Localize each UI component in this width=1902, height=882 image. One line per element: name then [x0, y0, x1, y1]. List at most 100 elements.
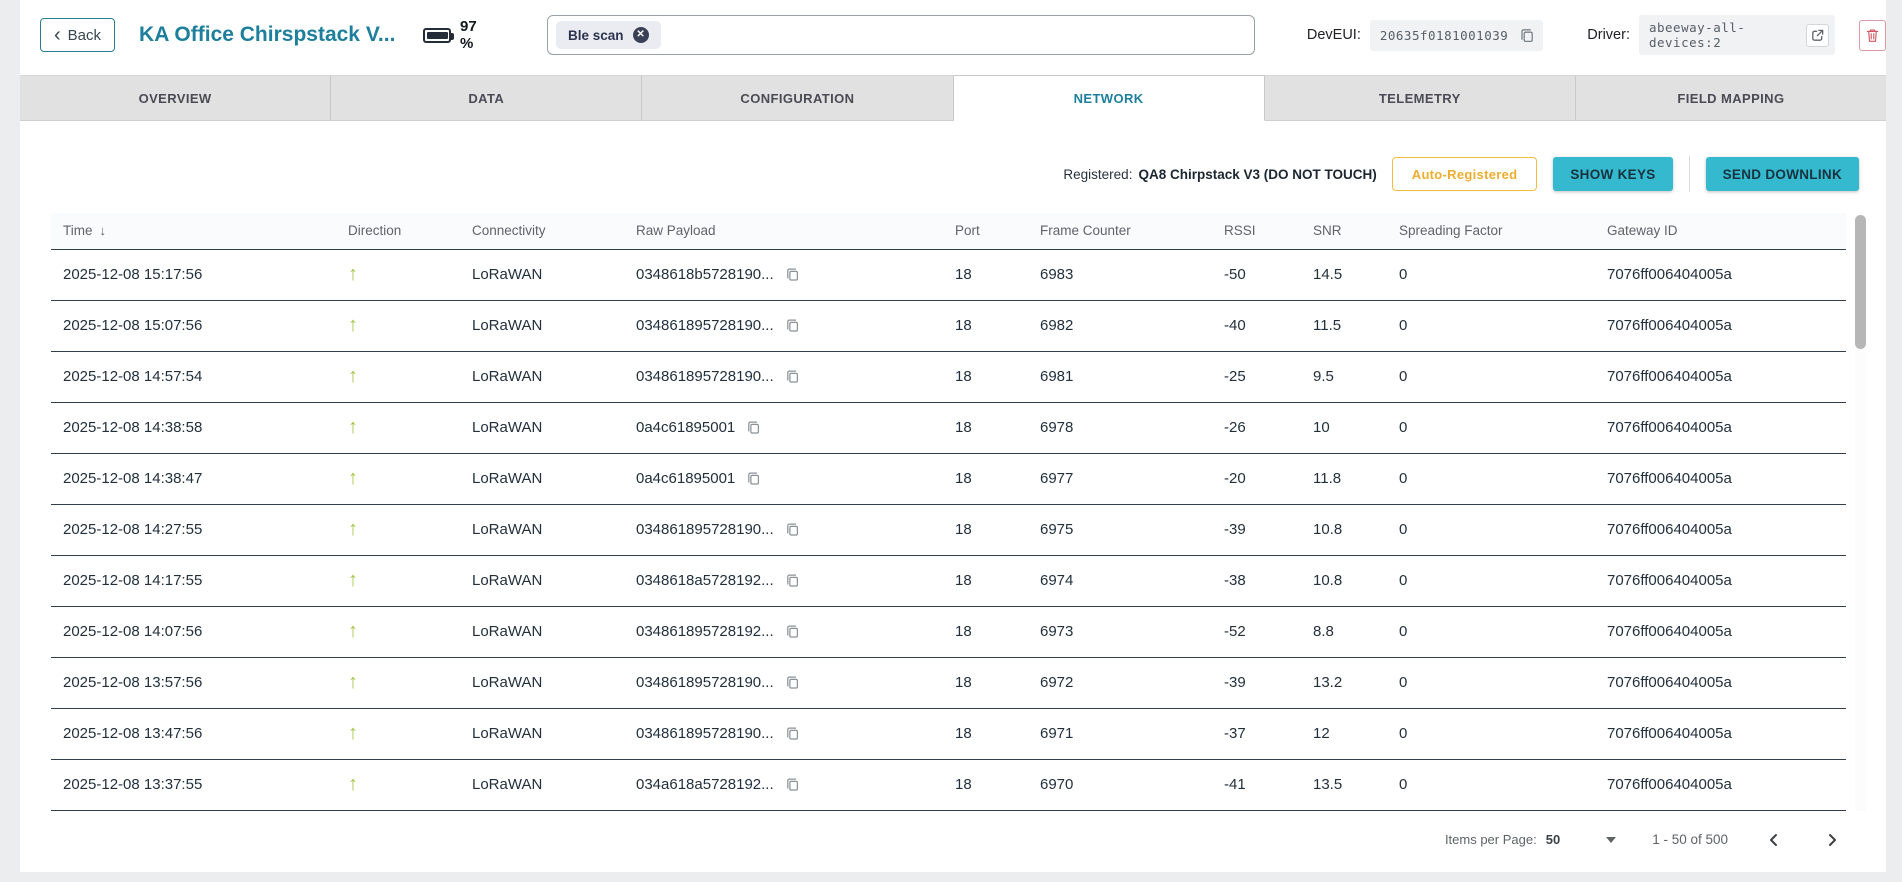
column-header-raw-payload[interactable]: Raw Payload — [636, 213, 955, 249]
tab-field-mapping[interactable]: FIELD MAPPING — [1576, 75, 1886, 121]
uplink-arrow-icon: ↑ — [348, 416, 358, 438]
chevron-right-icon — [1824, 832, 1840, 848]
table-row: 2025-12-08 14:57:54 ↑ LoRaWAN 0348618957… — [51, 351, 1846, 402]
table-header-row: Time↓ Direction Connectivity Raw Payload… — [51, 213, 1846, 249]
next-page-button[interactable] — [1820, 828, 1844, 852]
column-header-snr[interactable]: SNR — [1313, 213, 1399, 249]
cell-port: 18 — [955, 249, 1040, 300]
items-per-page-value[interactable]: 50 — [1546, 832, 1560, 847]
cell-port: 18 — [955, 657, 1040, 708]
table-row: 2025-12-08 14:17:55 ↑ LoRaWAN 0348618a57… — [51, 555, 1846, 606]
copy-payload-button[interactable] — [785, 623, 800, 640]
cell-connectivity: LoRaWAN — [472, 657, 636, 708]
cell-snr: 10.8 — [1313, 504, 1399, 555]
cell-rssi: -50 — [1224, 249, 1313, 300]
cell-rssi: -38 — [1224, 555, 1313, 606]
filter-chip-ble-scan[interactable]: Ble scan ✕ — [556, 21, 661, 49]
cell-raw-payload: 0348618a5728192... — [636, 555, 955, 606]
cell-frame-counter: 6973 — [1040, 606, 1224, 657]
table-row: 2025-12-08 13:47:56 ↑ LoRaWAN 0348618957… — [51, 708, 1846, 759]
copy-payload-button[interactable] — [785, 725, 800, 742]
cell-raw-payload: 034861895728190... — [636, 504, 955, 555]
cell-frame-counter: 6971 — [1040, 708, 1224, 759]
copy-payload-button[interactable] — [746, 470, 761, 487]
cell-raw-payload: 034861895728190... — [636, 300, 955, 351]
cell-connectivity: LoRaWAN — [472, 555, 636, 606]
driver-value: abeeway-all-devices:2 — [1649, 20, 1797, 50]
copy-deveui-button[interactable] — [1517, 25, 1537, 46]
copy-payload-button[interactable] — [785, 266, 800, 283]
search-box[interactable]: Ble scan ✕ — [547, 15, 1255, 55]
table-row: 2025-12-08 14:07:56 ↑ LoRaWAN 0348618957… — [51, 606, 1846, 657]
cell-port: 18 — [955, 351, 1040, 402]
copy-payload-button[interactable] — [746, 419, 761, 436]
cell-frame-counter: 6983 — [1040, 249, 1224, 300]
copy-icon — [785, 623, 800, 640]
table-row: 2025-12-08 14:38:47 ↑ LoRaWAN 0a4c618950… — [51, 453, 1846, 504]
uplink-arrow-icon: ↑ — [348, 671, 358, 693]
page-range: 1 - 50 of 500 — [1652, 832, 1728, 847]
table-scrollbar-thumb[interactable] — [1855, 215, 1866, 349]
copy-payload-button[interactable] — [785, 674, 800, 691]
caret-down-icon[interactable] — [1606, 837, 1616, 843]
trash-icon — [1866, 27, 1879, 44]
tab-data[interactable]: DATA — [331, 75, 642, 121]
copy-icon — [785, 317, 800, 334]
column-header-spreading-factor[interactable]: Spreading Factor — [1399, 213, 1607, 249]
cell-port: 18 — [955, 555, 1040, 606]
show-keys-button[interactable]: SHOW KEYS — [1553, 157, 1672, 191]
cell-gateway-id: 7076ff006404005a — [1607, 708, 1846, 759]
external-link-icon — [1810, 28, 1825, 43]
cell-connectivity: LoRaWAN — [472, 402, 636, 453]
column-header-direction[interactable]: Direction — [348, 213, 472, 249]
tab-configuration[interactable]: CONFIGURATION — [642, 75, 953, 121]
uplink-arrow-icon: ↑ — [348, 263, 358, 285]
cell-direction: ↑ — [348, 657, 472, 708]
copy-icon — [1519, 27, 1535, 44]
cell-port: 18 — [955, 759, 1040, 810]
delete-device-button[interactable] — [1859, 20, 1886, 51]
uplink-arrow-icon: ↑ — [348, 518, 358, 540]
send-downlink-button[interactable]: SEND DOWNLINK — [1706, 157, 1859, 191]
cell-frame-counter: 6981 — [1040, 351, 1224, 402]
column-header-connectivity[interactable]: Connectivity — [472, 213, 636, 249]
column-header-rssi[interactable]: RSSI — [1224, 213, 1313, 249]
tab-telemetry[interactable]: TELEMETRY — [1265, 75, 1576, 121]
table-scrollbar-track[interactable] — [1855, 215, 1866, 811]
cell-snr: 13.2 — [1313, 657, 1399, 708]
copy-payload-button[interactable] — [785, 317, 800, 334]
column-header-port[interactable]: Port — [955, 213, 1040, 249]
cell-time: 2025-12-08 14:27:55 — [51, 504, 348, 555]
cell-time: 2025-12-08 15:17:56 — [51, 249, 348, 300]
cell-rssi: -26 — [1224, 402, 1313, 453]
column-header-time[interactable]: Time↓ — [51, 213, 348, 249]
cell-port: 18 — [955, 300, 1040, 351]
copy-payload-button[interactable] — [785, 776, 800, 793]
column-header-gateway-id[interactable]: Gateway ID — [1607, 213, 1846, 249]
cell-raw-payload: 034861895728190... — [636, 351, 955, 402]
open-driver-button[interactable] — [1806, 24, 1829, 47]
previous-page-button[interactable] — [1762, 828, 1786, 852]
search-input[interactable] — [669, 26, 1246, 44]
tab-overview[interactable]: OVERVIEW — [20, 75, 331, 121]
copy-payload-button[interactable] — [785, 368, 800, 385]
table-row: 2025-12-08 13:37:55 ↑ LoRaWAN 034a618a57… — [51, 759, 1846, 810]
cell-port: 18 — [955, 453, 1040, 504]
copy-payload-button[interactable] — [785, 572, 800, 589]
column-header-frame-counter[interactable]: Frame Counter — [1040, 213, 1224, 249]
copy-icon — [785, 572, 800, 589]
cell-rssi: -25 — [1224, 351, 1313, 402]
copy-icon — [785, 725, 800, 742]
auto-registered-badge[interactable]: Auto-Registered — [1392, 157, 1538, 191]
cell-rssi: -37 — [1224, 708, 1313, 759]
copy-payload-button[interactable] — [785, 521, 800, 538]
chip-label: Ble scan — [568, 28, 624, 43]
tab-network[interactable]: NETWORK — [954, 75, 1265, 121]
cell-rssi: -39 — [1224, 504, 1313, 555]
cell-spreading-factor: 0 — [1399, 555, 1607, 606]
chip-remove-icon[interactable]: ✕ — [633, 27, 649, 43]
deveui-value-box: 20635f0181001039 — [1370, 20, 1543, 51]
back-button[interactable]: ‹ Back — [40, 18, 115, 52]
table-row: 2025-12-08 14:38:58 ↑ LoRaWAN 0a4c618950… — [51, 402, 1846, 453]
table-row: 2025-12-08 15:17:56 ↑ LoRaWAN 0348618b57… — [51, 249, 1846, 300]
